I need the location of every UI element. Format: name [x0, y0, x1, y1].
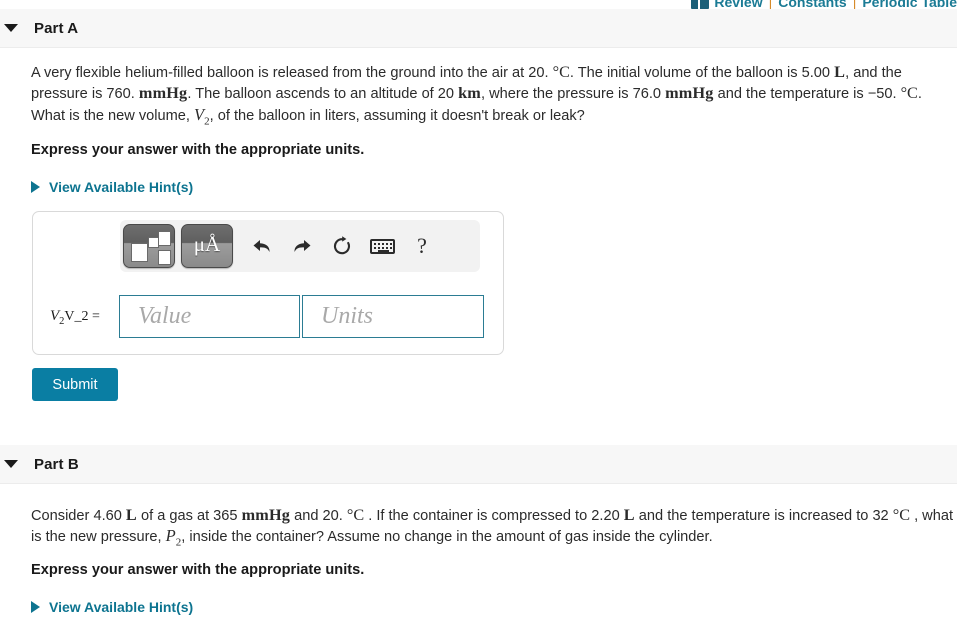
- qb-seg-2: of a gas at 365: [136, 508, 242, 524]
- redo-icon[interactable]: [285, 231, 319, 261]
- qb-var-p2: P2: [165, 526, 182, 548]
- units-button[interactable]: μÅ: [181, 224, 233, 268]
- answer-units-placeholder: Units: [321, 303, 374, 329]
- part-b-header[interactable]: Part B: [0, 445, 957, 484]
- part-b-view-hints[interactable]: View Available Hint(s): [31, 599, 193, 615]
- answer-value-placeholder: Value: [138, 303, 192, 329]
- qa-seg-4: . The balloon ascends to an altitude of …: [187, 86, 459, 103]
- part-a-hint-label: View Available Hint(s): [49, 179, 194, 195]
- qa-unit-mmhg-2: mmHg: [665, 84, 714, 103]
- qa-unit-mmhg-1: mmHg: [138, 84, 188, 103]
- qb-seg-7: , inside the container? Assume no change…: [181, 529, 713, 546]
- answer-var-plain: V_2 =: [64, 309, 100, 324]
- part-a-title: Part A: [34, 19, 79, 37]
- help-icon[interactable]: ?: [405, 231, 439, 261]
- qa-seg-2: . The initial volume of the balloon is 5…: [569, 65, 835, 81]
- part-a-express-note: Express your answer with the appropriate…: [31, 142, 365, 158]
- answer-var-italic: V2: [50, 308, 64, 327]
- qa-var-v2: V2: [194, 104, 210, 127]
- part-a-view-hints[interactable]: View Available Hint(s): [31, 179, 193, 195]
- part-b-title: Part B: [34, 455, 79, 473]
- answer-variable-label: V2V_2 =: [50, 307, 100, 327]
- reset-icon[interactable]: [325, 231, 359, 261]
- qa-seg-1: A very flexible helium-filled balloon is…: [31, 65, 553, 81]
- qb-seg-5: and the temperature is increased to 32: [634, 508, 893, 524]
- qa-seg-6: and the temperature is −50.: [713, 86, 901, 103]
- math-toolbar: μÅ ?: [120, 220, 480, 272]
- answer-var-italic-base: V: [50, 308, 60, 324]
- part-b-express-note: Express your answer with the appropriate…: [31, 562, 365, 578]
- qb-seg-3: and 20.: [290, 508, 347, 524]
- answer-units-input[interactable]: Units: [302, 295, 484, 338]
- submit-button[interactable]: Submit: [32, 368, 118, 401]
- qb-seg-1: Consider 4.60: [31, 508, 126, 524]
- book-icon: [691, 0, 710, 9]
- qb-seg-4: . If the container is compressed to 2.20: [364, 508, 624, 524]
- part-a-answer-box: μÅ ? V2V_2 = Value Units: [32, 211, 504, 355]
- qa-var-v2-base: V: [194, 104, 205, 124]
- qb-unit-mmhg: mmHg: [241, 506, 291, 524]
- qb-degc-2: °C: [892, 506, 911, 524]
- template-square-top: [158, 231, 171, 246]
- qa-seg-5: , where the pressure is 76.0: [480, 86, 666, 103]
- qa-degc-2: °C: [900, 84, 918, 103]
- part-a-header[interactable]: Part A: [0, 9, 957, 48]
- caret-down-icon[interactable]: [4, 460, 18, 468]
- template-square-large: [131, 243, 148, 262]
- undo-icon[interactable]: [245, 231, 279, 261]
- math-template-button[interactable]: [123, 224, 175, 268]
- caret-right-icon: [31, 181, 40, 193]
- qa-degc-1: °C: [552, 63, 570, 81]
- qa-unit-km: km: [458, 84, 481, 103]
- qa-seg-8: , of the balloon in liters, assuming it …: [209, 107, 585, 124]
- keyboard-icon[interactable]: [365, 231, 399, 261]
- qa-unit-l-1: L: [834, 63, 846, 81]
- qb-unit-l-1: L: [125, 506, 137, 524]
- part-b-hint-label: View Available Hint(s): [49, 599, 194, 615]
- qb-unit-l-2: L: [623, 506, 635, 524]
- part-b-question-text: Consider 4.60 L of a gas at 365 mmHg and…: [31, 505, 956, 553]
- qb-var-p2-base: P: [165, 526, 176, 546]
- qb-degc-1: °C: [346, 506, 365, 524]
- units-button-label: μÅ: [193, 232, 221, 256]
- caret-right-icon: [31, 601, 40, 613]
- caret-down-icon[interactable]: [4, 24, 18, 32]
- template-square-bottom: [158, 250, 171, 265]
- answer-value-input[interactable]: Value: [119, 295, 300, 338]
- part-a-question-text: A very flexible helium-filled balloon is…: [31, 62, 956, 132]
